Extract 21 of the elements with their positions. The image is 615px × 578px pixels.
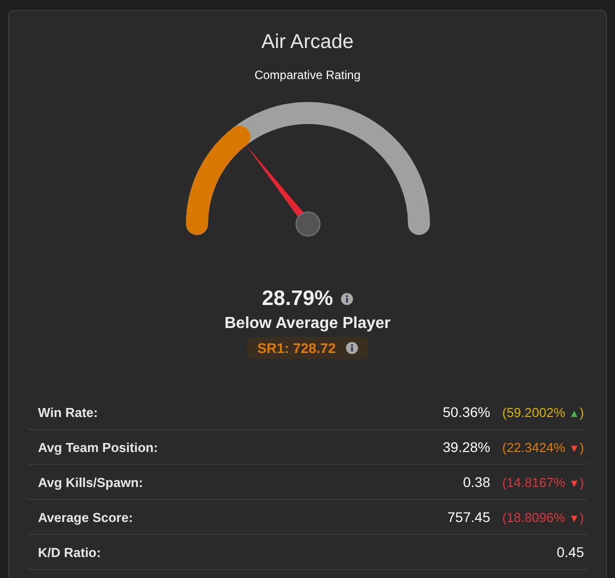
info-icon[interactable]: [341, 293, 354, 305]
stat-label: Win Rate:: [38, 404, 99, 420]
stat-value: 50.36%: [442, 404, 490, 420]
rating-percent: 28.79%: [262, 287, 334, 311]
stat-change: (59.2002% ▲): [502, 404, 584, 420]
info-icon[interactable]: [346, 342, 358, 354]
rating-label: Below Average Player: [224, 315, 390, 333]
stat-value: 39.28%: [442, 439, 490, 455]
card-title: Air Arcade: [261, 31, 354, 54]
sr-value: SR1: 728.72: [257, 340, 336, 356]
stat-change: (18.8096% ▼): [502, 510, 584, 524]
stat-change: (22.3424% ▼): [502, 440, 584, 454]
stat-value: 0.38: [462, 474, 490, 490]
stat-value: 0.45: [556, 544, 584, 560]
card-subtitle: Comparative Rating: [254, 68, 361, 82]
stat-value: 757.45: [447, 509, 490, 525]
stat-label: Avg Kills/Spawn:: [38, 474, 144, 490]
stat-label: Avg Team Position:: [38, 440, 159, 454]
stat-label: Average Score:: [38, 510, 134, 524]
stat-label: K/D Ratio:: [38, 544, 102, 560]
stat-change: (14.8167% ▼): [502, 474, 584, 490]
